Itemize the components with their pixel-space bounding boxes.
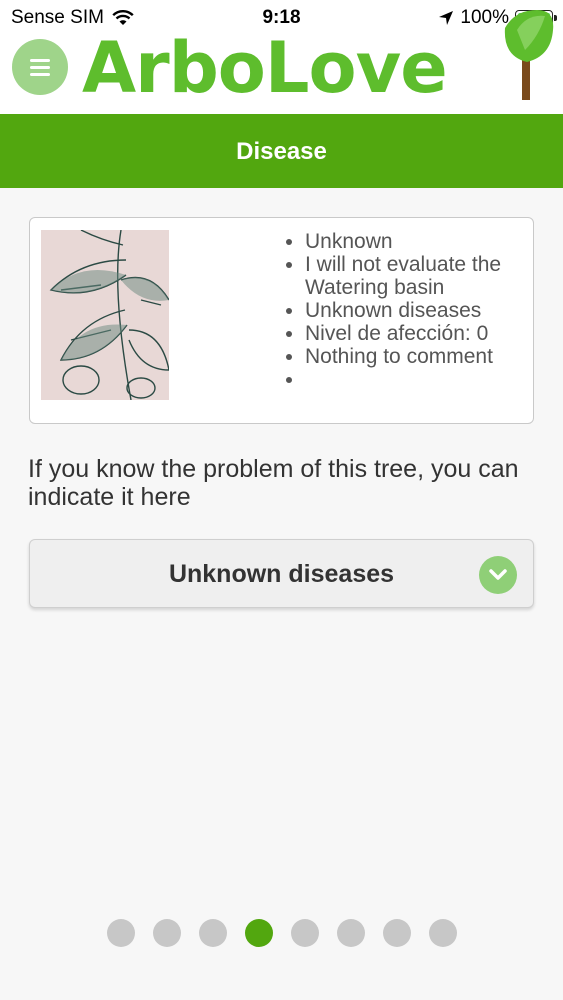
- page-dot[interactable]: [199, 919, 227, 947]
- chevron-down-icon: [479, 556, 517, 594]
- summary-item: Nivel de afección: 0: [305, 322, 535, 345]
- menu-button[interactable]: [12, 39, 68, 95]
- disease-select[interactable]: Unknown diseases: [29, 539, 534, 608]
- disease-select-value: Unknown diseases: [168, 560, 395, 588]
- summary-item: Nothing to comment: [305, 345, 535, 368]
- page-title: Disease: [0, 114, 563, 188]
- page-dot-active[interactable]: [245, 919, 273, 947]
- summary-item: [305, 368, 535, 391]
- page-dot[interactable]: [337, 919, 365, 947]
- page-dot[interactable]: [383, 919, 411, 947]
- tree-summary-list: Unknown I will not evaluate the Watering…: [275, 230, 535, 391]
- page-indicator: [107, 919, 457, 947]
- app-header: ArboLove: [0, 10, 563, 114]
- tree-logo-icon: [504, 10, 554, 100]
- page-dot[interactable]: [291, 919, 319, 947]
- tree-photo[interactable]: [41, 230, 169, 400]
- location-arrow-icon: [439, 11, 454, 25]
- app-logo: ArboLove: [82, 27, 448, 109]
- tree-summary-card: Unknown I will not evaluate the Watering…: [29, 217, 534, 424]
- problem-prompt: If you know the problem of this tree, yo…: [28, 455, 519, 511]
- summary-item: Unknown: [305, 230, 535, 253]
- page-dot[interactable]: [429, 919, 457, 947]
- page-dot[interactable]: [107, 919, 135, 947]
- summary-item: Unknown diseases: [305, 299, 535, 322]
- page-dot[interactable]: [153, 919, 181, 947]
- summary-item: I will not evaluate the Watering basin: [305, 253, 535, 299]
- menu-icon: [30, 58, 50, 62]
